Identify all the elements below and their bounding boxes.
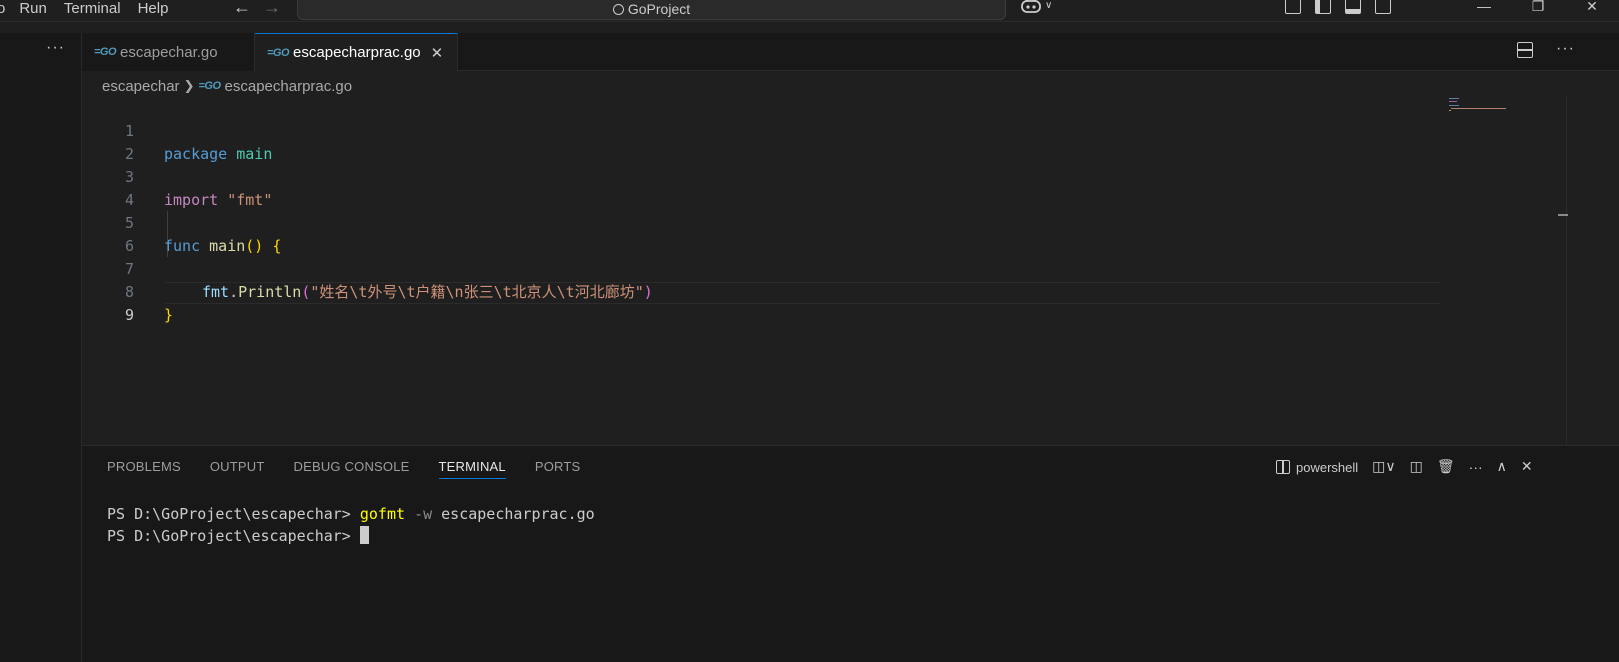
chevron-right-icon: ❯ [183, 78, 195, 93]
breadcrumb: escapechar ❯ =GO escapecharprac.go [102, 76, 352, 96]
code-line: 5 func main() { [82, 189, 1440, 255]
vertical-scrollbar[interactable] [1566, 96, 1567, 445]
minimize-icon[interactable]: — [1457, 0, 1511, 18]
bottom-panel: PROBLEMS OUTPUT DEBUG CONSOLE TERMINAL P… [82, 445, 1619, 662]
terminal-line: PS D:\GoProject\escapechar> gofmt -w esc… [107, 503, 595, 525]
editor-tab-bar: =GO escapechar.go =GO escapecharprac.go … [82, 33, 1619, 71]
terminal-prompt: PS D:\GoProject\escapechar> [107, 527, 360, 545]
copilot-icon[interactable] [1020, 0, 1042, 14]
go-file-icon: =GO [198, 80, 221, 92]
panel-tab-bar: PROBLEMS OUTPUT DEBUG CONSOLE TERMINAL P… [107, 459, 609, 479]
menu-item-terminal[interactable]: Terminal [64, 0, 121, 20]
menu-item-help[interactable]: Help [138, 0, 169, 20]
code-line: 7 fmt.Println("姓名\t外号\t户籍\n张三\t北京人\t河北廊坊… [82, 235, 1440, 301]
terminal-cursor [359, 526, 369, 544]
customize-layout-icon[interactable] [1285, 0, 1301, 14]
close-icon[interactable]: ✕ [431, 44, 444, 62]
split-terminal-icon[interactable]: ◫∨ [1372, 458, 1395, 475]
arrow-left-icon[interactable]: ← [233, 0, 251, 16]
go-file-icon: =GO [267, 46, 290, 59]
scrollbar-cursor-marker [1558, 214, 1568, 216]
panel-actions: powershell ◫∨ ◫ 🗑 ··· ∧ ✕ [1276, 458, 1547, 475]
search-icon [612, 4, 624, 15]
terminal-label: powershell [1296, 460, 1359, 475]
more-actions-icon[interactable]: ··· [1556, 40, 1575, 58]
code-editor[interactable]: 1 package main 2 3 import "fmt" 4 5 func… [82, 96, 1619, 445]
code-line: 3 import "fmt" [82, 143, 1440, 209]
code-line: 8 } [82, 258, 1440, 324]
terminal-prompt: PS D:\GoProject\escapechar> [107, 505, 360, 523]
trash-icon[interactable]: 🗑 [1437, 458, 1455, 475]
restore-icon[interactable]: ❐ [1511, 0, 1565, 18]
breadcrumb-folder[interactable]: escapechar [102, 78, 180, 95]
terminal-line: PS D:\GoProject\escapechar> [107, 525, 595, 547]
more-actions-icon[interactable]: ··· [46, 39, 65, 57]
arrow-right-icon[interactable]: → [263, 0, 281, 16]
menu-item-run[interactable]: Run [19, 0, 47, 20]
tab-terminal[interactable]: TERMINAL [438, 459, 506, 479]
code-line: 2 [82, 120, 1440, 163]
menu-bar: o Run Terminal Help [0, 0, 185, 20]
tab-output[interactable]: OUTPUT [210, 459, 265, 479]
terminal-output[interactable]: PS D:\GoProject\escapechar> gofmt -w esc… [107, 503, 595, 547]
split-editor-icon[interactable] [1517, 42, 1533, 58]
toggle-primary-sidebar-icon[interactable] [1315, 0, 1331, 14]
close-icon[interactable]: ✕ [1521, 458, 1533, 475]
code-line: 9 [82, 281, 1440, 324]
terminal-icon [1276, 460, 1290, 474]
code-line: 1 package main [82, 97, 1440, 163]
window-close-icon[interactable]: ✕ [1565, 0, 1619, 18]
go-file-icon: =GO [94, 46, 117, 58]
tab-escapecharprac-go[interactable]: =GO escapecharprac.go ✕ [255, 33, 458, 71]
tab-escapechar-go[interactable]: =GO escapechar.go [82, 33, 255, 71]
line-number: 9 [124, 306, 134, 324]
chevron-down-icon[interactable]: ∨ [1045, 0, 1052, 11]
code-line: 4 [82, 166, 1440, 209]
more-actions-icon[interactable]: ··· [1469, 459, 1483, 475]
sidebar-area: ··· [0, 33, 82, 662]
code-line: 6 [82, 212, 1440, 255]
terminal-argument: escapecharprac.go [441, 505, 595, 523]
terminal-selector[interactable]: powershell [1276, 458, 1358, 475]
tab-debug-console[interactable]: DEBUG CONSOLE [294, 459, 410, 479]
layout-controls [1285, 0, 1391, 14]
menu-item-go[interactable]: o [0, 0, 5, 20]
command-center-search[interactable]: GoProject [297, 0, 1006, 20]
minimap[interactable] [1445, 96, 1515, 116]
search-label: GoProject [627, 1, 691, 17]
breadcrumb-file[interactable]: escapecharprac.go [225, 78, 353, 95]
token-brace: } [164, 306, 174, 324]
terminal-flag: -w [414, 505, 433, 523]
title-bar: o Run Terminal Help ← → GoProject ∨ — ❐ … [0, 0, 1619, 22]
tab-problems[interactable]: PROBLEMS [107, 459, 181, 479]
chevron-up-icon[interactable]: ∧ [1497, 458, 1507, 475]
tab-label: escapecharprac.go [293, 44, 421, 61]
tab-ports[interactable]: PORTS [535, 459, 581, 479]
tab-label: escapechar.go [120, 43, 218, 61]
toggle-secondary-sidebar-icon[interactable] [1375, 0, 1391, 14]
split-panel-icon[interactable]: ◫ [1410, 458, 1423, 475]
terminal-command: gofmt [359, 505, 406, 523]
window-controls: — ❐ ✕ [1457, 0, 1619, 18]
toggle-panel-icon[interactable] [1345, 0, 1361, 14]
